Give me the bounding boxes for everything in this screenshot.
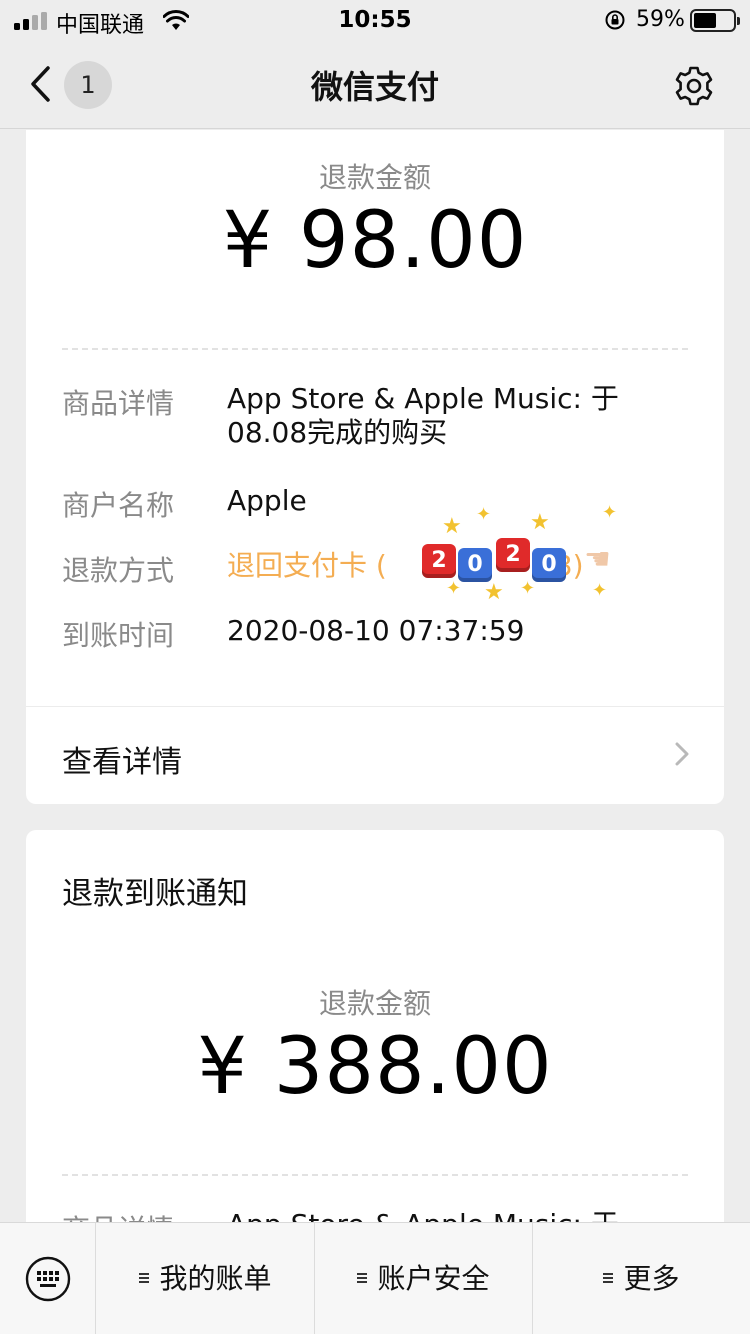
menu-icon [603, 1272, 615, 1284]
arrival-time-label: 到账时间 [62, 619, 175, 652]
keyboard-icon [25, 1256, 71, 1302]
sticker-die: 2 [496, 538, 530, 572]
pointing-hand-icon: ☚ [584, 542, 611, 577]
chevron-right-icon [675, 742, 689, 766]
tab-my-bills[interactable]: 我的账单 [97, 1223, 315, 1334]
dashed-divider [62, 1174, 688, 1176]
tab-label: 账户安全 [377, 1262, 490, 1295]
message-list[interactable]: 退款金额 ¥ 98.00 商品详情 App Store & Apple Musi… [0, 130, 750, 1222]
bottom-menu-bar: 我的账单 账户安全 更多 [0, 1222, 750, 1334]
product-detail-label: 商品详情 [62, 387, 175, 420]
refund-amount: ¥ 388.00 [197, 1022, 553, 1112]
tab-label: 我的账单 [159, 1262, 272, 1295]
refund-method-label: 退款方式 [62, 554, 175, 587]
battery-percent: 59% [636, 7, 685, 32]
refund-amount: ¥ 98.00 [222, 196, 528, 286]
arrival-time-value: 2020-08-10 07:37:59 [227, 614, 525, 647]
product-detail-value: App Store & Apple Music: 于 08.08完成的购买 [227, 382, 619, 449]
tab-more[interactable]: 更多 [533, 1223, 750, 1334]
tab-account-security[interactable]: 账户安全 [315, 1223, 533, 1334]
refund-notice-card: 退款到账通知 退款金额 ¥ 388.00 商品详情 App Store & Ap… [26, 830, 724, 1222]
sticker-die: 0 [532, 548, 566, 582]
refund-card: 退款金额 ¥ 98.00 商品详情 App Store & Apple Musi… [26, 130, 724, 804]
2020-sticker: ★ ✦ ★ ✦ 2 0 2 0 ☚ ✦ ★ ✦ ✦ [412, 502, 632, 608]
sticker-die: 0 [458, 548, 492, 582]
card-title: 退款到账通知 [62, 876, 248, 912]
status-bar: 中国联通 10:55 59% [0, 0, 750, 42]
product-detail-value: App Store & Apple Music: 于 [227, 1208, 647, 1222]
view-details-row[interactable]: 查看详情 [26, 707, 724, 804]
orientation-lock-icon [605, 10, 625, 30]
merchant-name-label: 商户名称 [62, 489, 175, 522]
refund-amount-label: 退款金额 [318, 161, 431, 194]
page-title: 微信支付 [310, 68, 439, 106]
dashed-divider [62, 348, 688, 350]
refund-amount-label: 退款金额 [318, 987, 431, 1020]
product-detail-label: 商品详情 [62, 1208, 174, 1222]
view-details-label: 查看详情 [62, 745, 182, 780]
navigation-bar: 1 微信支付 [0, 42, 750, 129]
tab-label: 更多 [623, 1262, 680, 1295]
sticker-die: 2 [422, 544, 456, 578]
battery-icon [690, 9, 740, 32]
menu-icon [357, 1272, 369, 1284]
keyboard-toggle[interactable] [0, 1223, 96, 1334]
menu-icon [139, 1272, 151, 1284]
gear-icon[interactable] [672, 64, 716, 108]
